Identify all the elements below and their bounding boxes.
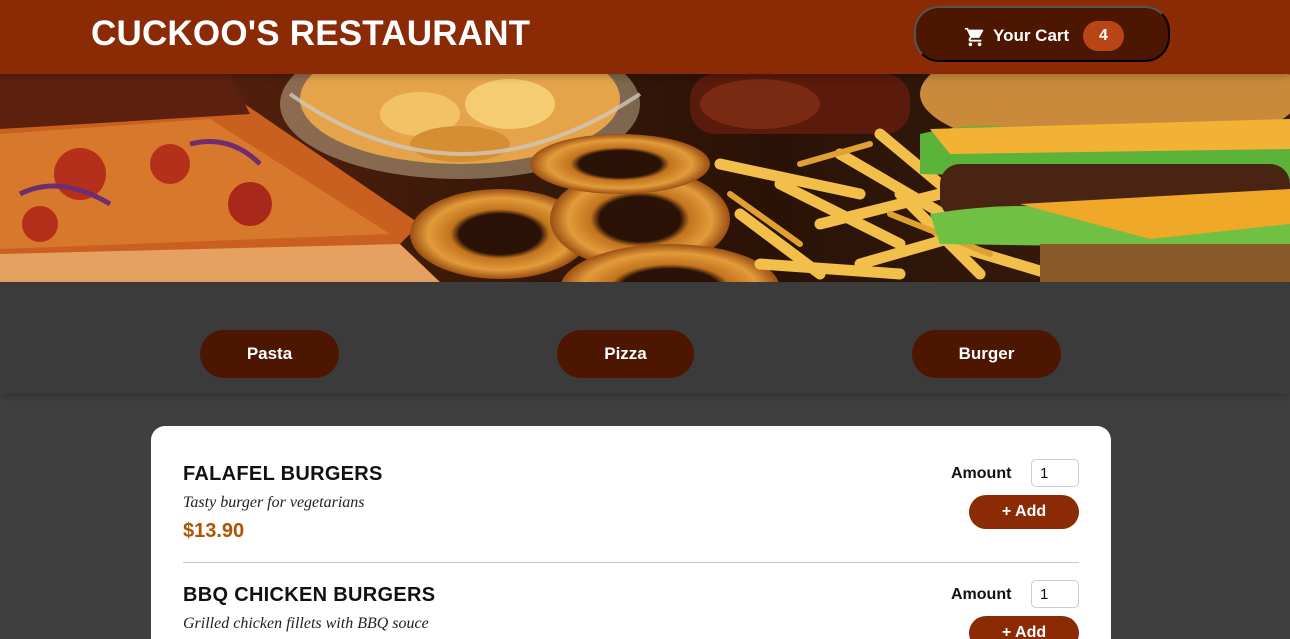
- meal-description: Tasty burger for vegetarians: [183, 494, 365, 511]
- meal-name: BBQ CHICKEN BURGERS: [183, 584, 436, 606]
- meal-price: $13.90: [183, 520, 245, 542]
- meals-card: FALAFEL BURGERS Tasty burger for vegetar…: [151, 426, 1111, 639]
- meal-description: Grilled chicken fillets with BBQ souce: [183, 615, 429, 632]
- amount-input[interactable]: [1031, 580, 1079, 608]
- amount-label: Amount: [951, 586, 1012, 603]
- add-to-cart-button[interactable]: + Add: [969, 616, 1079, 639]
- hero-food-image: [0, 74, 1290, 282]
- add-to-cart-button[interactable]: + Add: [969, 495, 1079, 529]
- shopping-cart-icon: [964, 27, 984, 47]
- meal-name: FALAFEL BURGERS: [183, 463, 383, 485]
- category-pizza-button[interactable]: Pizza: [557, 330, 694, 378]
- cart-button[interactable]: Your Cart 4: [914, 6, 1170, 62]
- meal-divider: [183, 562, 1079, 563]
- cart-count-badge: 4: [1083, 21, 1124, 51]
- category-bar: Pasta Pizza Burger: [0, 282, 1290, 394]
- category-pasta-button[interactable]: Pasta: [200, 330, 339, 378]
- category-burger-button[interactable]: Burger: [912, 330, 1061, 378]
- food-banner-image: [0, 74, 1290, 282]
- site-header: CUCKOO'S RESTAURANT Your Cart 4: [0, 0, 1290, 74]
- cart-label: Your Cart: [993, 26, 1070, 45]
- amount-label: Amount: [951, 465, 1012, 482]
- restaurant-title: CUCKOO'S RESTAURANT: [91, 14, 531, 53]
- amount-input[interactable]: [1031, 459, 1079, 487]
